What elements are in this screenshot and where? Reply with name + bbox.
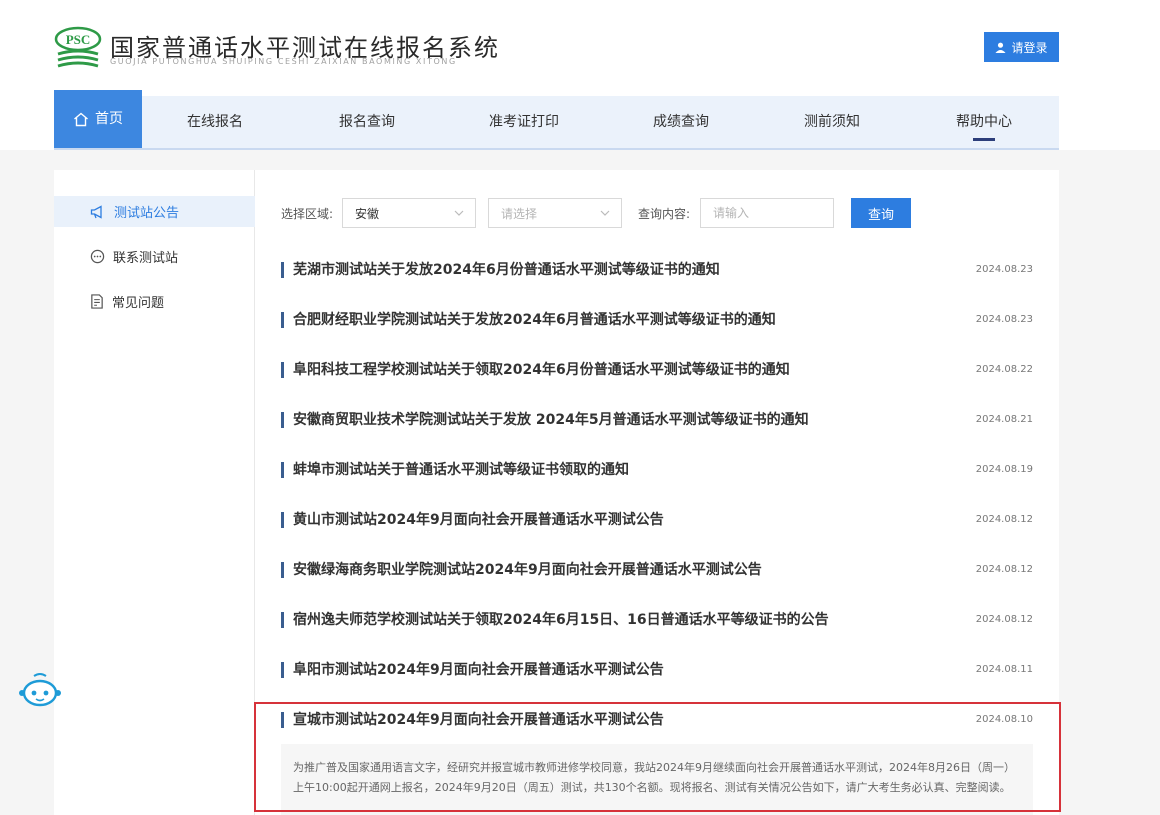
user-icon (995, 42, 1007, 53)
list-item-marker (281, 462, 284, 478)
list-item-marker (281, 262, 284, 278)
chat-icon (90, 249, 105, 264)
list-item[interactable]: 合肥财经职业学院测试站关于发放2024年6月普通话水平测试等级证书的通知 202… (281, 310, 1033, 330)
notice-date: 2024.08.22 (975, 364, 1033, 375)
notice-date: 2024.08.12 (975, 514, 1033, 525)
notice-title: 合肥财经职业学院测试站关于发放2024年6月普通话水平测试等级证书的通知 (293, 312, 776, 328)
list-item[interactable]: 安徽商贸职业技术学院测试站关于发放 2024年5月普通话水平测试等级证书的通知 … (281, 410, 1033, 430)
query-label: 查询内容: (638, 207, 691, 221)
notice-title: 安徽商贸职业技术学院测试站关于发放 2024年5月普通话水平测试等级证书的通知 (293, 412, 809, 428)
list-item-marker (281, 512, 284, 528)
svg-text:PSC: PSC (66, 32, 91, 47)
list-item[interactable]: 安徽绿海商务职业学院测试站2024年9月面向社会开展普通话水平测试公告 2024… (281, 560, 1033, 580)
nav-score-query[interactable]: 成绩查询 (638, 96, 724, 148)
document-icon (91, 294, 103, 309)
query-button[interactable]: 查询 (851, 198, 911, 228)
login-button[interactable]: 请登录 (984, 32, 1059, 62)
notice-date: 2024.08.23 (975, 264, 1033, 275)
list-item-marker (281, 412, 284, 428)
list-item[interactable]: 阜阳科技工程学校测试站关于领取2024年6月份普通话水平测试等级证书的通知 20… (281, 360, 1033, 380)
notice-date: 2024.08.23 (975, 314, 1033, 325)
notice-date: 2024.08.12 (975, 614, 1033, 625)
megaphone-icon (90, 204, 102, 219)
highlighted-notice-frame (254, 702, 1061, 812)
region-select-value: 安徽 (355, 206, 380, 221)
nav-pre-test-notice[interactable]: 测前须知 (789, 96, 875, 148)
list-item-marker (281, 612, 284, 628)
region-label: 选择区域: (281, 207, 334, 221)
list-item[interactable]: 芜湖市测试站关于发放2024年6月份普通话水平测试等级证书的通知 2024.08… (281, 260, 1033, 280)
nav-registration-query[interactable]: 报名查询 (324, 96, 410, 148)
list-item-marker (281, 662, 284, 678)
notice-date: 2024.08.11 (975, 664, 1033, 675)
sub-region-select[interactable]: 请选择 (488, 198, 622, 228)
list-item[interactable]: 蚌埠市测试站关于普通话水平测试等级证书领取的通知 2024.08.19 (281, 460, 1033, 480)
notice-date: 2024.08.19 (975, 464, 1033, 475)
filter-bar: 选择区域: 安徽 请选择 查询内容: 查询 (281, 198, 981, 228)
list-item[interactable]: 阜阳市测试站2024年9月面向社会开展普通话水平测试公告 2024.08.11 (281, 660, 1033, 680)
main-nav: 首页 在线报名 报名查询 准考证打印 成绩查询 测前须知 帮助中心 (54, 90, 1059, 150)
content-panel: 测试站公告 联系测试站 常见问题 选择区域: 安徽 请选择 查询内容: 查询 芜… (54, 170, 1061, 815)
sub-region-placeholder: 请选择 (501, 206, 538, 221)
list-item-marker (281, 562, 284, 578)
notice-title: 黄山市测试站2024年9月面向社会开展普通话水平测试公告 (293, 512, 664, 528)
notice-title: 安徽绿海商务职业学院测试站2024年9月面向社会开展普通话水平测试公告 (293, 562, 762, 578)
sidebar: 测试站公告 联系测试站 常见问题 (54, 170, 255, 815)
sidebar-item-contact-station[interactable]: 联系测试站 (54, 241, 255, 272)
notice-title: 宿州逸夫师范学校测试站关于领取2024年6月15日、16日普通话水平等级证书的公… (293, 612, 829, 628)
list-item-marker (281, 312, 284, 328)
list-item[interactable]: 黄山市测试站2024年9月面向社会开展普通话水平测试公告 2024.08.12 (281, 510, 1033, 530)
sidebar-item-faq[interactable]: 常见问题 (54, 286, 255, 317)
nav-online-registration[interactable]: 在线报名 (172, 96, 258, 148)
notice-title: 阜阳市测试站2024年9月面向社会开展普通话水平测试公告 (293, 662, 664, 678)
notice-title: 芜湖市测试站关于发放2024年6月份普通话水平测试等级证书的通知 (293, 262, 720, 278)
notice-date: 2024.08.12 (975, 564, 1033, 575)
sidebar-item-station-announcements[interactable]: 测试站公告 (54, 196, 255, 227)
chat-assistant-robot-icon[interactable] (18, 672, 62, 710)
sidebar-item-label: 联系测试站 (113, 251, 179, 266)
nav-admission-ticket-print[interactable]: 准考证打印 (474, 96, 574, 148)
sidebar-item-label: 测试站公告 (114, 206, 180, 221)
chevron-down-icon (600, 210, 610, 216)
chevron-down-icon (454, 210, 464, 216)
list-item-marker (281, 362, 284, 378)
psc-logo: PSC (54, 26, 102, 68)
notice-date: 2024.08.21 (975, 414, 1033, 425)
nav-home-label: 首页 (95, 111, 123, 127)
list-item[interactable]: 宿州逸夫师范学校测试站关于领取2024年6月15日、16日普通话水平等级证书的公… (281, 610, 1033, 630)
region-select[interactable]: 安徽 (342, 198, 476, 228)
nav-home[interactable]: 首页 (54, 90, 142, 148)
sidebar-item-label: 常见问题 (112, 296, 165, 311)
site-subtitle: GUOJIA PUTONGHUA SHUIPING CESHI ZAIXIAN … (110, 57, 457, 66)
home-icon (74, 112, 88, 126)
query-input[interactable] (700, 198, 834, 228)
notice-title: 阜阳科技工程学校测试站关于领取2024年6月份普通话水平测试等级证书的通知 (293, 362, 790, 378)
notice-title: 蚌埠市测试站关于普通话水平测试等级证书领取的通知 (293, 462, 629, 478)
login-label: 请登录 (1011, 40, 1048, 55)
nav-active-indicator (973, 138, 995, 141)
